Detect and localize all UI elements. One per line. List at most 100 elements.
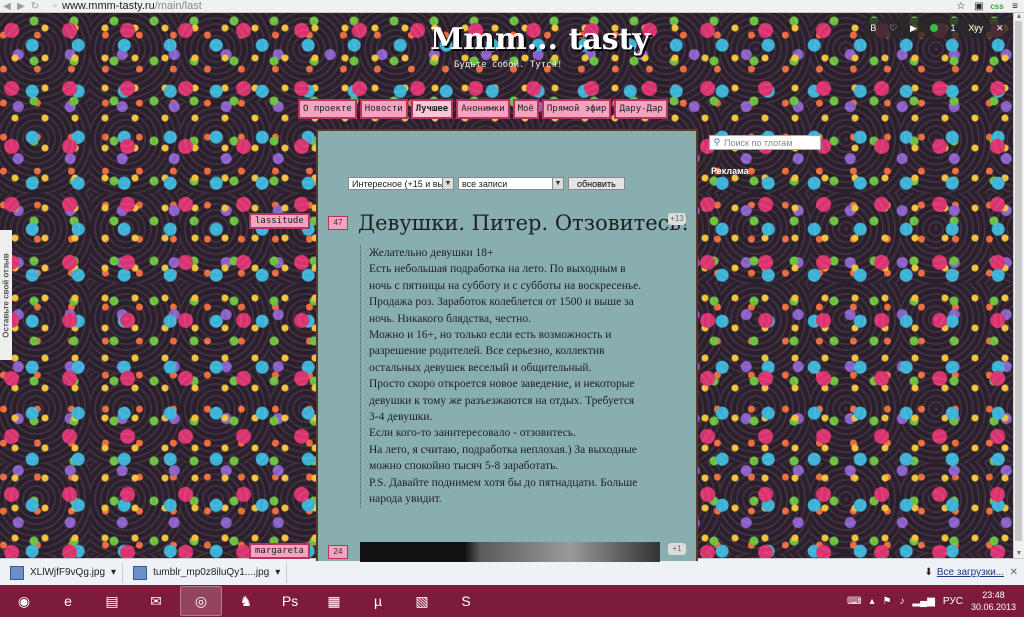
image-file-icon [133,565,148,580]
clock[interactable]: 23:48 30.06.2013 [971,589,1016,613]
utorrent-icon[interactable]: µ [358,587,398,615]
download-filename: tumblr_mp0z8iluQy1....jpg [153,567,270,578]
post-line: Желательно девушки 18+ [369,247,494,259]
chevron-down-icon[interactable]: ▾ [275,567,280,578]
photo-viewer-icon[interactable]: ▧ [402,587,442,615]
main-nav: О проекте Новости Лучшее Анонимки Моё Пр… [298,99,668,119]
scroll-up-icon[interactable]: ▲ [1014,13,1024,21]
reload-icon[interactable]: ↻ [28,1,42,12]
feedback-label: Оставьте свой отзыв [1,252,11,338]
post-line: Есть небольшая подработка на лето. По вы… [369,263,626,276]
scroll-down-icon[interactable]: ▼ [1014,550,1024,558]
nav-anonymous[interactable]: Анонимки [456,99,510,119]
download-filename: XLlWjfF9vQg.jpg [30,567,106,578]
post-line: народа увидит. [369,493,442,506]
comments-count[interactable]: +1 [668,543,686,555]
tray-expand-icon[interactable]: ▴ [869,596,874,607]
explorer-folder-icon[interactable]: ▤ [92,587,132,615]
download-item[interactable]: tumblr_mp0z8iluQy1....jpg ▾ [127,562,288,583]
extension-icon[interactable]: ▣ [970,1,988,12]
post-line: можно спокойно тысяч 5-8 заработать. [369,460,559,473]
post-line: 3-4 девушки. [369,411,433,424]
main-content: Интересное (+15 и вы ▼ все записи ▼ обно… [316,129,698,562]
menu-icon[interactable]: ≡ [1006,1,1024,12]
mail-icon[interactable]: ✉ [136,587,176,615]
post-author[interactable]: lassitude [249,213,310,229]
post-rating[interactable]: 47 [328,216,348,230]
back-icon[interactable]: ◀ [0,1,14,12]
site-tagline: Будьте собой. Тутся! [454,60,563,70]
filter-bar: Интересное (+15 и вы ▼ все записи ▼ обно… [348,177,625,190]
post-line: остальных девушек веселый и общительный. [369,361,592,374]
post-rating[interactable]: 24 [328,545,348,559]
comments-count[interactable]: +13 [668,213,686,225]
network-icon[interactable]: ▂▄▆ [912,596,934,607]
nav-about[interactable]: О проекте [298,99,357,119]
downloads-arrow-icon: ⬇ [924,567,933,578]
start-button-icon[interactable]: ◉ [4,587,44,615]
scrollbar-thumb[interactable] [1015,21,1022,541]
post-body: Желательно девушки 18+ Есть небольшая по… [360,245,669,508]
chevron-down-icon[interactable]: ▾ [111,567,116,578]
download-item[interactable]: XLlWjfF9vQg.jpg ▾ [4,562,124,583]
nav-news[interactable]: Новости [359,99,408,119]
chrome-icon[interactable]: ◎ [180,586,222,616]
social-username[interactable]: Xyy [968,23,983,33]
all-downloads-link[interactable]: Все загрузки... [937,567,1004,578]
post-line: На лето, я считаю, подработка неплохая.)… [369,443,637,456]
search-icon: ⚲ [713,137,721,147]
star-icon[interactable]: ☆ [952,1,970,12]
refresh-button[interactable]: обновить [568,177,625,190]
image-file-icon [10,565,24,580]
clock-date: 30.06.2013 [970,602,1016,612]
post-line: разрешение родителей. Все серьезно, колл… [369,345,605,358]
heart-icon[interactable]: ♡ [889,23,897,34]
url-path: /main/last [154,0,202,12]
close-icon[interactable]: ✕ [996,23,1004,34]
chevron-down-icon: ▼ [442,178,453,189]
page-icon: ▫ [53,0,57,12]
records-select[interactable]: все записи ▼ [458,177,564,190]
post-line: P.S. Давайте поднимем хотя бы до пятнадц… [369,476,638,489]
image-viewer-icon[interactable]: ▦ [314,587,354,615]
photoshop-icon[interactable]: Ps [270,587,310,615]
tlog-search-input[interactable]: ⚲ Поиск по тлогам [709,135,821,150]
post-line: ночь. Никакого блядства, честно. [369,312,531,325]
taskbar: ◉ e ▤ ✉ ◎ ♞ Ps ▦ µ ▧ S ⌨ ▴ ⚑ ♪ ▂▄▆ РУС 2… [0,585,1024,617]
post-line: Если кого-то заинтересовало - отзовитесь… [369,427,577,440]
type-select[interactable]: Интересное (+15 и вы ▼ [348,177,454,190]
system-tray: ⌨ ▴ ⚑ ♪ ▂▄▆ РУС 23:48 30.06.2013 [847,589,1016,613]
social-b-icon[interactable]: B [870,23,876,33]
post-line: девушки к тому же разъезжаются на отдых.… [369,394,635,407]
language-indicator[interactable]: РУС [943,596,963,607]
nav-best[interactable]: Лучшее [410,99,454,119]
nav-live[interactable]: Прямой эфир [541,99,612,119]
post-author[interactable]: margareta [249,543,310,559]
chevron-down-icon: ▼ [552,178,563,189]
site-logo[interactable]: Mmm... tasty [430,22,650,57]
address-bar[interactable]: ▫ www.mmm-tasty.ru /main/last [42,0,952,12]
feedback-tab[interactable]: Оставьте свой отзыв [0,230,12,360]
skype-icon[interactable]: S [446,587,486,615]
nav-gifts[interactable]: Дару-Дар [614,99,668,119]
post-line: Продажа роз. Заработок колеблется от 150… [369,296,634,309]
notification-count[interactable]: 1 [950,23,955,33]
volume-icon[interactable]: ♪ [899,596,904,607]
status-dot-icon [929,24,938,32]
flag-icon[interactable]: ⚑ [882,596,891,607]
forward-icon[interactable]: ▶ [14,1,28,12]
nav-mine[interactable]: Моё [512,99,539,119]
css-extension-label[interactable]: css [988,2,1006,11]
post-title[interactable]: Девушки. Питер. Отзовитесь! [358,211,689,235]
social-toolbar: B ♡ ▶ 1 Xyy ✕ [864,18,1010,38]
page-scrollbar[interactable]: ▲ ▼ [1013,13,1024,558]
close-icon[interactable]: ✕ [1010,567,1018,578]
game-icon[interactable]: ♞ [226,587,266,615]
clock-time: 23:48 [982,590,1005,600]
ad-label: Реклама [711,166,749,176]
internet-explorer-icon[interactable]: e [48,587,88,615]
play-icon[interactable]: ▶ [910,23,917,34]
post-image[interactable] [360,542,660,562]
keyboard-icon[interactable]: ⌨ [847,596,861,607]
post-line: ночь с пятницы на субботу и с субботы на… [369,279,642,292]
